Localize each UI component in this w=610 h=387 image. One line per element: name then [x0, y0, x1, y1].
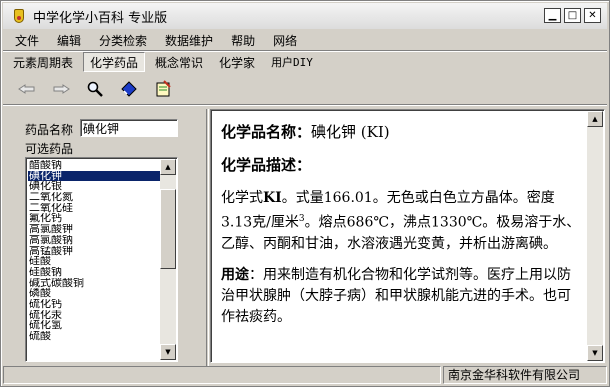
title-bar[interactable]: 中学化学小百科 专业版 ▁ □ ✕	[3, 3, 607, 29]
tab-periodic-table[interactable]: 元素周期表	[7, 52, 79, 72]
menu-bar: 文件 编辑 分类检索 数据维护 帮助 网络	[3, 30, 607, 50]
clear-button[interactable]	[117, 78, 141, 100]
chemical-list-item[interactable]: 碱式碳酸铜	[28, 278, 161, 289]
toolbar-separator	[3, 104, 607, 106]
close-button[interactable]: ✕	[584, 8, 601, 23]
menu-network[interactable]: 网络	[261, 32, 303, 49]
menu-help[interactable]: 帮助	[219, 32, 261, 49]
chemical-list-item[interactable]: 高锰酸钾	[28, 246, 161, 257]
status-company: 南京金华科软件有限公司	[443, 366, 607, 384]
usage-text: 用途：用来制造有机化合物和化学试剂等。医疗上用以防治甲状腺肿（大脖子病）和甲状腺…	[221, 265, 581, 328]
maximize-icon: □	[567, 9, 578, 21]
chemical-list-item[interactable]: 硫化氢	[28, 320, 161, 331]
chemical-list-item[interactable]: 硫化汞	[28, 310, 161, 321]
tab-chemists[interactable]: 化学家	[213, 52, 261, 72]
notes-button[interactable]	[151, 78, 175, 100]
tab-concepts[interactable]: 概念常识	[149, 52, 209, 72]
status-panel-empty	[3, 366, 441, 384]
app-flask-icon	[11, 8, 27, 24]
chemical-name-input[interactable]	[80, 119, 178, 137]
chemical-name-label: 药品名称	[25, 123, 74, 137]
scroll-down-button[interactable]: ▼	[160, 344, 176, 360]
pane-splitter[interactable]	[206, 109, 209, 367]
name-row: 化学品名称：碘化钾 (KI)	[221, 122, 581, 143]
forward-hand-icon	[53, 84, 70, 94]
content-scrollbar[interactable]: ▲ ▼	[587, 111, 603, 361]
chemical-list-item[interactable]: 硅酸	[28, 256, 161, 267]
usage-heading: 用途	[221, 266, 249, 283]
content-scroll-up-button[interactable]: ▲	[587, 111, 603, 127]
tab-bar: 元素周期表 化学药品 概念常识 化学家 用户DIY	[3, 50, 319, 74]
app-window: 中学化学小百科 专业版 ▁ □ ✕ 文件 编辑 分类检索 数据维护 帮助 网络 …	[0, 0, 610, 387]
arrow-down-icon: ▼	[592, 349, 598, 357]
chemical-list-item[interactable]: 高氯酸钠	[28, 235, 161, 246]
description-heading: 化学品描述：	[221, 156, 312, 174]
chemical-list-item[interactable]: 二氧化硅	[28, 203, 161, 214]
usage-body: ：用来制造有机化合物和化学试剂等。医疗上用以防治甲状腺肿（大脖子病）和甲状腺机能…	[221, 266, 571, 325]
chemical-list-item[interactable]: 硫化钙	[28, 299, 161, 310]
left-panel: 药品名称 可选药品 醋酸钠碘化钾碘化银二氧化氮二氧化硅氟化钙高氯酸钾高氯酸钠高锰…	[9, 111, 205, 363]
available-list-label: 可选药品	[25, 142, 74, 156]
chemical-listbox[interactable]: 醋酸钠 碘化钾 碘化银 二氧化氮 二氧化硅 氟化钙 高氯酸钾 高氯酸钠 高锰酸钾 硅酸 硅酸钠 碱式碳…	[25, 157, 178, 362]
notes-icon	[156, 80, 171, 97]
menu-edit[interactable]: 编辑	[45, 32, 87, 49]
search-button[interactable]	[83, 78, 107, 100]
chemical-list-item[interactable]: 高氯酸钾	[28, 224, 161, 235]
chemical-list-item[interactable]: 磷酸	[28, 288, 161, 299]
menu-file[interactable]: 文件	[3, 32, 45, 49]
scroll-up-button[interactable]: ▲	[160, 159, 176, 175]
tab-chemicals[interactable]: 化学药品	[83, 52, 146, 72]
back-hand-icon	[18, 84, 35, 94]
close-icon: ✕	[588, 9, 597, 21]
toolbar	[15, 77, 175, 101]
description-text: 化学式KI。式量166.01。无色或白色立方晶体。密度3.13克/厘米3。熔点6…	[221, 188, 581, 255]
chemical-list-item[interactable]: 醋酸钠	[28, 160, 161, 171]
menu-data-maintenance[interactable]: 数据维护	[153, 32, 219, 49]
formula: KI	[263, 190, 282, 206]
formula-label: 化学式	[221, 190, 263, 206]
window-title: 中学化学小百科 专业版	[33, 10, 168, 26]
forward-button[interactable]	[49, 78, 73, 100]
scroll-thumb[interactable]	[160, 189, 176, 269]
chemical-list-item[interactable]: 硅酸钠	[28, 267, 161, 278]
arrow-down-icon: ▼	[165, 348, 171, 356]
arrow-up-icon: ▲	[165, 163, 171, 171]
status-bar: 南京金华科软件有限公司	[3, 365, 607, 385]
list-scrollbar[interactable]: ▲ ▼	[160, 159, 176, 360]
eraser-icon	[121, 81, 137, 97]
chemical-list-item[interactable]: 硫酸	[28, 331, 161, 342]
minimize-button[interactable]: ▁	[544, 8, 561, 23]
menu-category-search[interactable]: 分类检索	[87, 32, 153, 49]
tab-user-diy[interactable]: 用户DIY	[265, 52, 319, 72]
back-button[interactable]	[15, 78, 39, 100]
chemical-list-item[interactable]: 碘化钾	[28, 170, 161, 182]
minimize-icon: ▁	[548, 9, 557, 21]
arrow-up-icon: ▲	[592, 115, 598, 123]
search-icon	[87, 81, 103, 97]
name-value: 碘化钾 (KI)	[311, 123, 390, 141]
chemical-list: 醋酸钠 碘化钾 碘化银 二氧化氮 二氧化硅 氟化钙 高氯酸钾 高氯酸钠 高锰酸钾 硅酸 硅酸钠 碱式碳…	[28, 160, 161, 342]
chemical-list-item[interactable]: 氟化钙	[28, 213, 161, 224]
content-pane: 化学品名称：碘化钾 (KI) 化学品描述： 化学式KI。式量166.01。无色或…	[210, 109, 605, 363]
name-heading: 化学品名称：	[221, 123, 312, 141]
chemical-list-item[interactable]: 二氧化氮	[28, 192, 161, 203]
chemical-list-item[interactable]: 碘化银	[28, 181, 161, 192]
content-scroll-down-button[interactable]: ▼	[587, 345, 603, 361]
maximize-button[interactable]: □	[564, 8, 581, 23]
